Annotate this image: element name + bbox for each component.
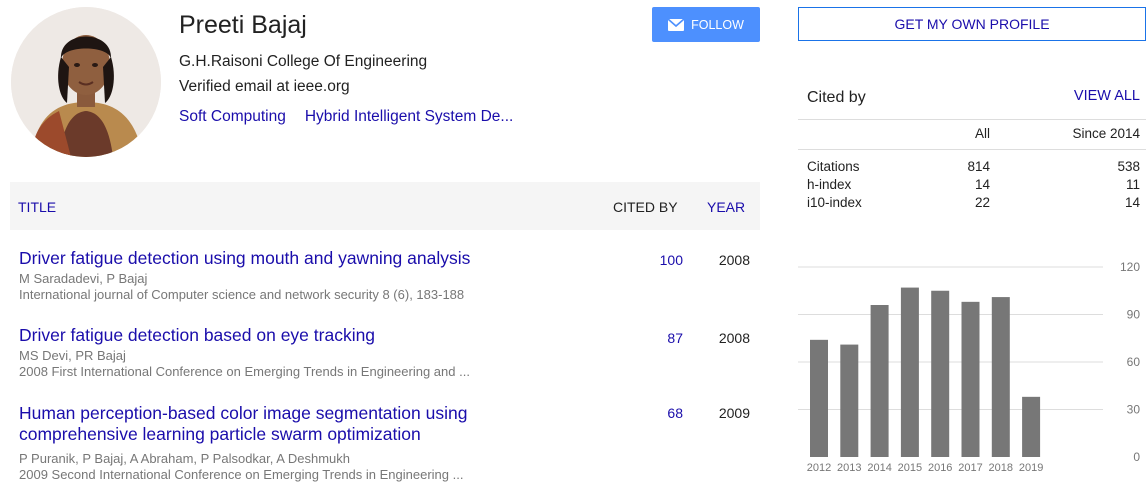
x-tick-label: 2015 bbox=[898, 462, 922, 474]
article-venue: 2009 Second International Conference on … bbox=[19, 467, 464, 482]
article-title-link[interactable]: Human perception-based color image segme… bbox=[19, 403, 539, 445]
x-tick-label: 2018 bbox=[989, 462, 1013, 474]
chart-bar[interactable] bbox=[961, 301, 980, 457]
sort-by-year[interactable]: YEAR bbox=[707, 199, 745, 215]
x-tick-label: 2019 bbox=[1019, 462, 1043, 474]
x-tick-label: 2016 bbox=[928, 462, 952, 474]
articles-table-header: TITLE CITED BY YEAR bbox=[10, 182, 760, 230]
x-tick-label: 2012 bbox=[807, 462, 831, 474]
cited-by-count-link[interactable]: 100 bbox=[633, 252, 683, 268]
col-since-header: Since 2014 bbox=[1072, 126, 1140, 141]
citations-per-year-chart: 0 30 60 90 120 2012 2013 2014 2015 2016 2017 2018 20… bbox=[798, 260, 1141, 474]
interests-list: Soft Computing Hybrid Intelligent System… bbox=[179, 108, 513, 126]
follow-label: FOLLOW bbox=[691, 17, 744, 32]
stat-label: Citations bbox=[807, 159, 860, 174]
view-all-link[interactable]: VIEW ALL bbox=[1068, 88, 1140, 104]
y-tick-label: 120 bbox=[1120, 260, 1140, 274]
stat-since: 538 bbox=[1117, 159, 1140, 174]
stat-since: 14 bbox=[1124, 195, 1140, 210]
chart-bar[interactable] bbox=[840, 344, 859, 457]
profile-photo bbox=[11, 7, 161, 157]
chart-bar[interactable] bbox=[900, 287, 919, 457]
divider bbox=[798, 119, 1146, 120]
article-year: 2009 bbox=[718, 405, 750, 421]
article-authors: P Puranik, P Bajaj, A Abraham, P Palsodk… bbox=[19, 451, 350, 466]
avatar bbox=[11, 7, 161, 157]
stat-label: i10-index bbox=[807, 195, 862, 210]
y-tick-label: 30 bbox=[1127, 403, 1141, 417]
stat-all: 814 bbox=[967, 159, 990, 174]
cited-by-title: Cited by bbox=[807, 89, 866, 106]
interest-link[interactable]: Hybrid Intelligent System De... bbox=[305, 108, 513, 126]
profile-affiliation: G.H.Raisoni College Of Engineering bbox=[179, 53, 428, 70]
divider bbox=[798, 149, 1146, 150]
profile-name: Preeti Bajaj bbox=[179, 11, 307, 39]
y-tick-label: 90 bbox=[1127, 308, 1141, 322]
col-all-header: All bbox=[974, 126, 990, 141]
chart-bar[interactable] bbox=[810, 339, 828, 457]
x-tick-label: 2013 bbox=[837, 462, 861, 474]
follow-button[interactable]: FOLLOW bbox=[652, 7, 760, 42]
chart-bar[interactable] bbox=[931, 290, 950, 457]
sort-by-title[interactable]: TITLE bbox=[18, 199, 56, 215]
chart-bar[interactable] bbox=[870, 305, 889, 457]
article-authors: MS Devi, PR Bajaj bbox=[19, 348, 126, 363]
x-tick-label: 2014 bbox=[867, 462, 891, 474]
article-title-link[interactable]: Driver fatigue detection based on eye tr… bbox=[19, 325, 579, 346]
chart-bar[interactable] bbox=[991, 297, 1010, 457]
article-venue: International journal of Computer scienc… bbox=[19, 287, 465, 302]
profile-email: Verified email at ieee.org bbox=[179, 78, 350, 95]
sort-by-cited[interactable]: CITED BY bbox=[613, 199, 678, 215]
get-my-own-profile-button[interactable]: GET MY OWN PROFILE bbox=[798, 7, 1146, 41]
cited-by-count-link[interactable]: 87 bbox=[633, 330, 683, 346]
article-title-link[interactable]: Driver fatigue detection using mouth and… bbox=[19, 248, 579, 269]
article-venue: 2008 First International Conference on E… bbox=[19, 364, 470, 379]
y-tick-label: 0 bbox=[1133, 450, 1140, 464]
article-authors: M Saradadevi, P Bajaj bbox=[19, 271, 148, 286]
stat-label: h-index bbox=[807, 177, 852, 192]
envelope-icon bbox=[668, 18, 685, 31]
article-year: 2008 bbox=[718, 252, 750, 268]
chart-bar[interactable] bbox=[1022, 396, 1041, 457]
stat-since: 11 bbox=[1125, 177, 1140, 192]
article-year: 2008 bbox=[718, 330, 750, 346]
cited-by-count-link[interactable]: 68 bbox=[633, 405, 683, 421]
y-tick-label: 60 bbox=[1127, 355, 1141, 369]
interest-link[interactable]: Soft Computing bbox=[179, 108, 286, 126]
stat-all: 22 bbox=[974, 195, 990, 210]
x-tick-label: 2017 bbox=[958, 462, 982, 474]
stat-all: 14 bbox=[974, 177, 990, 192]
